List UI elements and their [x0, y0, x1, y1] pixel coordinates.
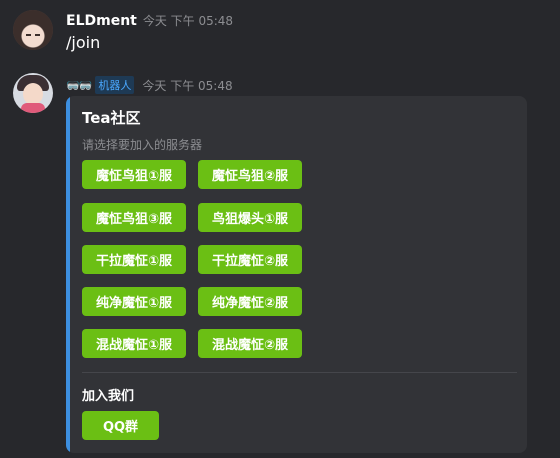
- message-header: 🥽🥽 机器人 今天 下午 05:48: [66, 76, 233, 94]
- join-us-heading: 加入我们: [82, 389, 135, 404]
- qq-group-button[interactable]: QQ群: [82, 411, 159, 440]
- server-button[interactable]: 混战魔怔②服: [198, 329, 302, 358]
- server-button[interactable]: 纯净魔怔②服: [198, 287, 302, 316]
- server-button[interactable]: 干拉魔怔②服: [198, 245, 302, 274]
- server-button[interactable]: 魔怔鸟狙①服: [82, 160, 186, 189]
- server-button[interactable]: 魔怔鸟狙③服: [82, 203, 186, 232]
- timestamp: 今天 下午 05:48: [142, 14, 234, 28]
- server-button[interactable]: 魔怔鸟狙②服: [198, 160, 302, 189]
- author-name[interactable]: ELDment: [66, 13, 137, 29]
- goggles-icon: 🥽🥽: [66, 78, 92, 92]
- message-header: ELDment 今天 下午 05:48: [66, 12, 233, 30]
- card-title: Tea社区: [82, 109, 141, 127]
- avatar[interactable]: [13, 10, 53, 50]
- server-button[interactable]: 干拉魔怔①服: [82, 245, 186, 274]
- message-text: /join: [66, 33, 101, 52]
- server-select-card: Tea社区 请选择要加入的服务器 魔怔鸟狙①服 魔怔鸟狙②服 魔怔鸟狙③服 鸟狙…: [66, 96, 527, 453]
- server-button[interactable]: 纯净魔怔①服: [82, 287, 186, 316]
- server-button[interactable]: 混战魔怔①服: [82, 329, 186, 358]
- bot-tag: 机器人: [95, 76, 135, 94]
- timestamp: 今天 下午 05:48: [142, 78, 233, 93]
- server-button[interactable]: 鸟狙爆头①服: [198, 203, 302, 232]
- avatar[interactable]: [13, 73, 53, 113]
- divider: [82, 372, 517, 373]
- card-subtitle: 请选择要加入的服务器: [82, 138, 203, 152]
- card-accent-bar: [66, 96, 70, 453]
